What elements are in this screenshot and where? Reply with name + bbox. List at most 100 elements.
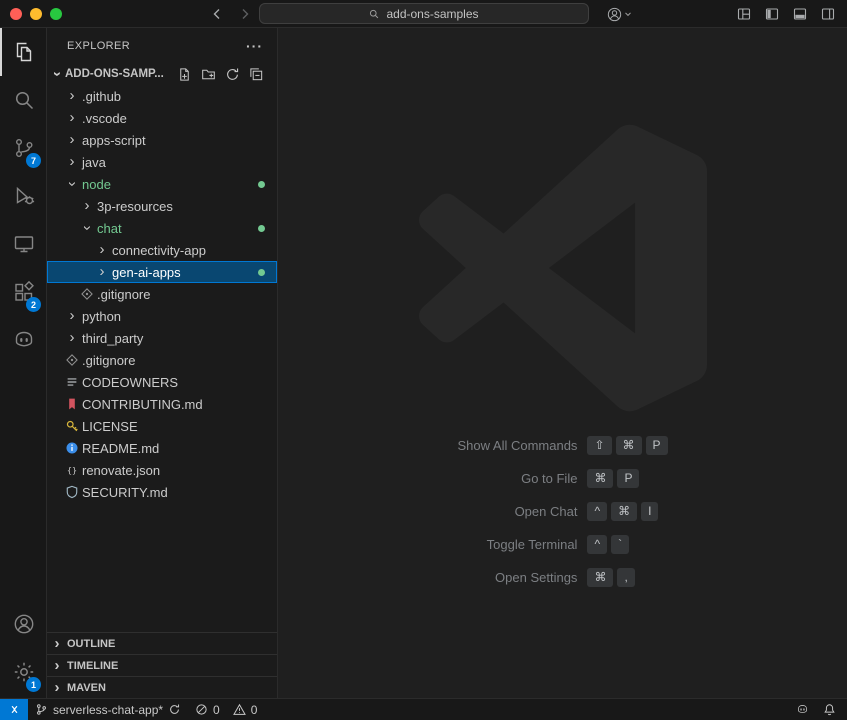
key-cap: ` bbox=[611, 535, 629, 554]
activity-settings-button[interactable]: 1 bbox=[0, 648, 46, 696]
codeowners-icon bbox=[64, 374, 80, 390]
tree-item-renovate-json[interactable]: {} renovate.json bbox=[47, 459, 277, 481]
tree-item-3p-resources[interactable]: ›3p-resources bbox=[47, 195, 277, 217]
tree-item-label: node bbox=[82, 177, 111, 192]
account-menu[interactable] bbox=[604, 3, 633, 25]
key-cap: P bbox=[617, 469, 639, 488]
tree-root-folder[interactable]: › ADD-ONS-SAMP... bbox=[47, 63, 277, 85]
section-label: TIMELINE bbox=[67, 660, 118, 672]
tree-item-label: gen-ai-apps bbox=[112, 265, 181, 280]
branch-label: serverless-chat-app* bbox=[53, 703, 163, 717]
command-center-label: add-ons-samples bbox=[386, 7, 478, 21]
tree-item-third-party[interactable]: ›third_party bbox=[47, 327, 277, 349]
twisty-icon: › bbox=[64, 111, 80, 125]
tree-item-apps-script[interactable]: ›apps-script bbox=[47, 129, 277, 151]
key-cap: ⇧ bbox=[587, 436, 611, 455]
problems-status[interactable]: 0 0 bbox=[188, 699, 264, 720]
toggle-sidebar-button[interactable] bbox=[761, 3, 783, 25]
shortcut-keys: ^⌘I bbox=[587, 502, 667, 521]
tree-item-license[interactable]: LICENSE bbox=[47, 415, 277, 437]
tree-item-connectivity-app[interactable]: ›connectivity-app bbox=[47, 239, 277, 261]
tree-item-label: python bbox=[82, 309, 121, 324]
section-outline[interactable]: ›OUTLINE bbox=[47, 632, 277, 654]
tree-item-node[interactable]: ›node bbox=[47, 173, 277, 195]
chevron-down-icon bbox=[623, 9, 633, 19]
section-label: OUTLINE bbox=[67, 638, 115, 650]
explorer-title: EXPLORER bbox=[67, 40, 130, 52]
tree-item-python[interactable]: ›python bbox=[47, 305, 277, 327]
explorer-sidebar: EXPLORER ··· › ADD-ONS-SAMP... ›.github›… bbox=[47, 28, 278, 698]
tree-item-contributing-md[interactable]: CONTRIBUTING.md bbox=[47, 393, 277, 415]
shortcut-label: Show All Commands bbox=[457, 438, 577, 453]
root-folder-label: ADD-ONS-SAMP... bbox=[65, 68, 164, 80]
json-icon: {} bbox=[64, 462, 80, 478]
twisty-icon: › bbox=[49, 659, 65, 673]
new-folder-button[interactable] bbox=[199, 65, 217, 83]
copilot-status[interactable] bbox=[789, 703, 816, 716]
tree-item-readme-md[interactable]: README.md bbox=[47, 437, 277, 459]
collapse-all-button[interactable] bbox=[247, 65, 265, 83]
section-timeline[interactable]: ›TIMELINE bbox=[47, 654, 277, 676]
tree-item-label: .gitignore bbox=[97, 287, 150, 302]
shortcut-label: Open Chat bbox=[457, 504, 577, 519]
more-actions-icon[interactable]: ··· bbox=[246, 38, 263, 54]
activity-accounts-button[interactable] bbox=[0, 600, 46, 648]
toggle-secondary-sidebar-button[interactable] bbox=[817, 3, 839, 25]
activity-copilot-button[interactable] bbox=[0, 316, 46, 364]
git-decoration-dot bbox=[258, 181, 265, 188]
forward-button[interactable] bbox=[234, 3, 256, 25]
tree-item-label: renovate.json bbox=[82, 463, 160, 478]
badge: 2 bbox=[26, 297, 41, 312]
branch-status[interactable]: serverless-chat-app* bbox=[28, 699, 188, 720]
svg-text:{}: {} bbox=[67, 465, 77, 475]
zoom-button[interactable] bbox=[50, 8, 62, 20]
command-center[interactable]: add-ons-samples bbox=[259, 3, 589, 24]
activity-search-button[interactable] bbox=[0, 76, 46, 124]
key-cap: ⌘ bbox=[611, 502, 637, 521]
workbench: 721 EXPLORER ··· › ADD-ONS-SAMP... ›.git… bbox=[0, 28, 847, 698]
back-button[interactable] bbox=[206, 3, 228, 25]
tree-item-codeowners[interactable]: CODEOWNERS bbox=[47, 371, 277, 393]
tree-item-gitignore[interactable]: .gitignore bbox=[47, 283, 277, 305]
tree-item-label: SECURITY.md bbox=[82, 485, 168, 500]
remote-indicator[interactable] bbox=[0, 699, 28, 720]
refresh-button[interactable] bbox=[223, 65, 241, 83]
activity-source-control-button[interactable]: 7 bbox=[0, 124, 46, 172]
section-maven[interactable]: ›MAVEN bbox=[47, 676, 277, 698]
activity-extensions-button[interactable]: 2 bbox=[0, 268, 46, 316]
ribbon-icon bbox=[64, 396, 80, 412]
customize-layout-button[interactable] bbox=[733, 3, 755, 25]
tree-item-java[interactable]: ›java bbox=[47, 151, 277, 173]
twisty-icon: › bbox=[50, 66, 64, 82]
activity-run-debug-button[interactable] bbox=[0, 172, 46, 220]
new-file-button[interactable] bbox=[175, 65, 193, 83]
shortcut-label: Open Settings bbox=[457, 570, 577, 585]
twisty-icon: › bbox=[64, 133, 80, 147]
tree-item-gitignore[interactable]: .gitignore bbox=[47, 349, 277, 371]
twisty-icon: › bbox=[65, 176, 79, 192]
toggle-panel-button[interactable] bbox=[789, 3, 811, 25]
shortcut-label: Go to File bbox=[457, 471, 577, 486]
shortcut-hints: Show All Commands⇧⌘PGo to File⌘POpen Cha… bbox=[457, 436, 667, 587]
badge: 7 bbox=[26, 153, 41, 168]
tree-item-chat[interactable]: ›chat bbox=[47, 217, 277, 239]
tree-item-github[interactable]: ›.github bbox=[47, 85, 277, 107]
refresh-icon bbox=[225, 67, 240, 82]
collapse-all-icon bbox=[249, 67, 264, 82]
history-nav bbox=[206, 3, 256, 25]
tree-item-label: .github bbox=[82, 89, 121, 104]
minimize-button[interactable] bbox=[30, 8, 42, 20]
git-branch-icon bbox=[35, 703, 48, 716]
close-button[interactable] bbox=[10, 8, 22, 20]
tree-item-gen-ai-apps[interactable]: ›gen-ai-apps bbox=[47, 261, 277, 283]
vscode-logo-watermark bbox=[419, 124, 707, 412]
activity-remote-explorer-button[interactable] bbox=[0, 220, 46, 268]
tree-item-label: third_party bbox=[82, 331, 143, 346]
key-cap: P bbox=[646, 436, 668, 455]
key-cap: ⌘ bbox=[587, 469, 613, 488]
activity-explorer-button[interactable] bbox=[0, 28, 46, 76]
notifications-button[interactable] bbox=[816, 703, 843, 716]
tree-item-security-md[interactable]: SECURITY.md bbox=[47, 481, 277, 503]
twisty-icon: › bbox=[80, 220, 94, 236]
tree-item-vscode[interactable]: ›.vscode bbox=[47, 107, 277, 129]
